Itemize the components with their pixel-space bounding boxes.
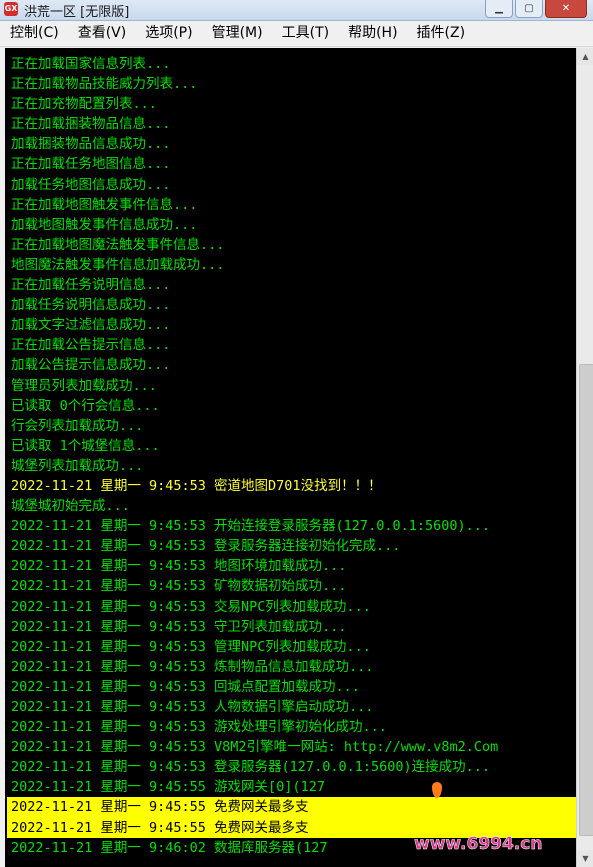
log-line: 2022-11-21 星期一 9:45:53 V8M2引擎唯一网站: http:… bbox=[11, 739, 499, 756]
log-line: 正在加载地图触发事件信息... bbox=[11, 196, 198, 213]
scroll-thumb[interactable] bbox=[579, 364, 593, 836]
log-line: 2022-11-21 星期一 9:45:53 地图环境加载成功... bbox=[11, 558, 347, 575]
log-line: 加载任务说明信息成功... bbox=[11, 297, 171, 314]
log-console[interactable]: 正在加载国家信息列表... 正在加载物品技能威力列表... 正在加充物配置列表...… bbox=[5, 48, 576, 867]
menu-view[interactable]: 查看(V) bbox=[68, 21, 136, 46]
minimize-icon[interactable]: ▁ bbox=[485, 0, 513, 18]
log-line: 管理员列表加载成功... bbox=[11, 377, 157, 394]
log-lines: 正在加载国家信息列表... 正在加载物品技能威力列表... 正在加充物配置列表...… bbox=[7, 54, 576, 858]
log-line: 正在加载公告提示信息... bbox=[11, 337, 171, 354]
maximize-icon[interactable]: ▢ bbox=[515, 0, 543, 18]
log-line: 城堡城初始完成... bbox=[11, 498, 130, 515]
log-line: 2022-11-21 星期一 9:45:53 密道地图D701没找到！！！ bbox=[11, 477, 382, 494]
app-logo-icon[interactable]: GX bbox=[4, 2, 18, 16]
log-line: 2022-11-21 星期一 9:45:53 矿物数据初始成功... bbox=[11, 578, 347, 595]
log-line: 2022-11-21 星期一 9:45:53 炼制物品信息加载成功... bbox=[11, 658, 374, 675]
log-line: 已读取 0个行会信息... bbox=[11, 397, 160, 414]
log-line: 加载公告提示信息成功... bbox=[11, 357, 171, 374]
window-title: 洪荒一区 [无限版] bbox=[24, 5, 130, 20]
log-line: 2022-11-21 星期一 9:45:53 游戏处理引擎初始化成功... bbox=[11, 719, 387, 736]
watermark-url: www.6994.cn bbox=[414, 834, 543, 855]
menu-plugins[interactable]: 插件(Z) bbox=[407, 21, 475, 46]
log-line: 地图魔法触发事件信息加载成功... bbox=[11, 256, 225, 273]
log-line: 2022-11-21 星期一 9:45:53 人物数据引擎启动成功... bbox=[11, 699, 374, 715]
vertical-scrollbar[interactable]: ▲ ▼ bbox=[576, 48, 593, 867]
log-line: 2022-11-21 星期一 9:45:53 开始连接登录服务器(127.0.0… bbox=[11, 518, 490, 535]
menu-options[interactable]: 选项(P) bbox=[135, 21, 201, 46]
log-line: 2022-11-21 星期一 9:45:53 管理NPC列表加载成功... bbox=[11, 638, 371, 655]
log-line: 正在加载任务说明信息... bbox=[11, 277, 171, 294]
close-icon[interactable]: ✕ bbox=[545, 0, 587, 18]
log-line: 正在加充物配置列表... bbox=[11, 96, 157, 113]
log-line: 行会列表加载成功... bbox=[11, 417, 144, 434]
window-controls: ▁ ▢ ✕ bbox=[483, 0, 587, 19]
log-line: 加载地图触发事件信息成功... bbox=[11, 216, 198, 233]
log-line: 已读取 1个城堡信息... bbox=[11, 437, 160, 454]
menu-tools[interactable]: 工具(T) bbox=[272, 21, 338, 46]
log-line: 正在加载地图魔法触发事件信息... bbox=[11, 236, 225, 253]
menu-bar: 控制(C) 查看(V) 选项(P) 管理(M) 工具(T) 帮助(H) 插件(Z… bbox=[0, 21, 593, 47]
log-line: 正在加载国家信息列表... bbox=[11, 56, 171, 72]
menu-help[interactable]: 帮助(H) bbox=[338, 21, 406, 46]
menu-control[interactable]: 控制(C) bbox=[0, 21, 68, 46]
log-line: 正在加载物品技能威力列表... bbox=[11, 76, 198, 93]
log-line: 加载捆装物品信息成功... bbox=[11, 136, 171, 153]
log-line: 正在加载捆装物品信息... bbox=[11, 116, 171, 133]
log-line: 2022-11-21 星期一 9:45:53 登录服务器连接初始化完成... bbox=[11, 538, 401, 555]
menu-manage[interactable]: 管理(M) bbox=[202, 21, 272, 46]
log-line: 2022-11-21 星期一 9:45:53 守卫列表加载成功... bbox=[11, 618, 347, 635]
log-line: 2022-11-21 星期一 9:45:53 登录服务器(127.0.0.1:5… bbox=[11, 759, 490, 776]
carrot-icon bbox=[432, 782, 442, 798]
scroll-up-icon[interactable]: ▲ bbox=[577, 48, 593, 65]
log-line: 2022-11-21 星期一 9:45:53 回城点配置加载成功... bbox=[11, 678, 360, 695]
log-line: 加载文字过滤信息成功... bbox=[11, 317, 171, 334]
log-line: 加载任务地图信息成功... bbox=[11, 176, 171, 193]
log-line: 正在加载任务地图信息... bbox=[11, 156, 171, 173]
log-line: 2022-11-21 星期一 9:45:53 交易NPC列表加载成功... bbox=[11, 598, 371, 615]
title-bar: GX 洪荒一区 [无限版] ▁ ▢ ✕ bbox=[0, 0, 593, 21]
watermark: www.6994.cn bbox=[412, 782, 582, 862]
log-line: 城堡列表加载成功... bbox=[11, 457, 144, 474]
